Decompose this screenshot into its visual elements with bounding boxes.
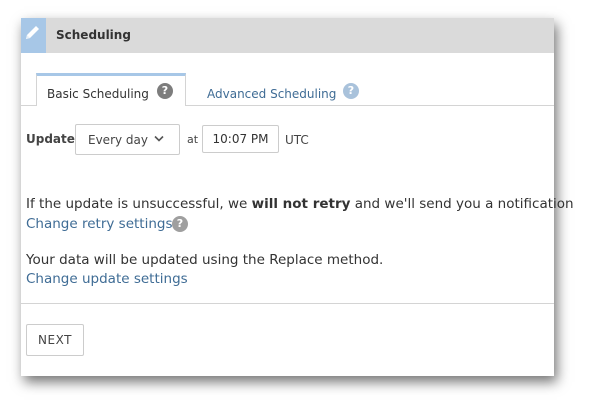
change-update-settings-link[interactable]: Change update settings bbox=[26, 271, 188, 287]
timezone-label: UTC bbox=[285, 133, 309, 147]
tab-label: Basic Scheduling bbox=[47, 87, 149, 101]
next-button[interactable]: NEXT bbox=[26, 324, 84, 356]
scheduling-panel: Scheduling Basic Scheduling ? Advanced S… bbox=[21, 18, 574, 376]
at-label: at bbox=[187, 133, 199, 146]
tab-advanced-scheduling[interactable]: Advanced Scheduling ? bbox=[207, 73, 377, 105]
retry-text-bold: will not retry bbox=[251, 196, 351, 212]
tab-label: Advanced Scheduling bbox=[207, 87, 337, 101]
retry-text-after: and we'll send you a notification bbox=[350, 196, 574, 212]
tab-basic-scheduling[interactable]: Basic Scheduling ? bbox=[36, 73, 186, 106]
chevron-down-icon bbox=[154, 135, 164, 142]
time-input[interactable]: 10:07 PM bbox=[202, 125, 279, 153]
frequency-value: Every day bbox=[88, 133, 148, 147]
change-retry-settings-link[interactable]: Change retry settings bbox=[26, 216, 173, 232]
help-icon[interactable]: ? bbox=[343, 83, 359, 99]
update-label: Update bbox=[26, 132, 75, 146]
retry-text-before: If the update is unsuccessful, we bbox=[26, 196, 252, 212]
help-icon[interactable]: ? bbox=[172, 216, 188, 232]
help-icon[interactable]: ? bbox=[157, 83, 173, 99]
panel-header: Scheduling bbox=[21, 18, 554, 53]
frequency-select[interactable]: Every day bbox=[75, 124, 180, 155]
pencil-icon bbox=[26, 26, 39, 39]
divider bbox=[21, 303, 554, 304]
method-message: Your data will be updated using the Repl… bbox=[26, 252, 384, 268]
update-row: Update Every day at 10:07 PM UTC bbox=[26, 124, 546, 155]
edit-badge[interactable] bbox=[21, 18, 46, 53]
panel-title: Scheduling bbox=[56, 28, 131, 42]
retry-message: If the update is unsuccessful, we will n… bbox=[26, 196, 574, 212]
scheduling-tabs: Basic Scheduling ? Advanced Scheduling ? bbox=[21, 73, 554, 106]
